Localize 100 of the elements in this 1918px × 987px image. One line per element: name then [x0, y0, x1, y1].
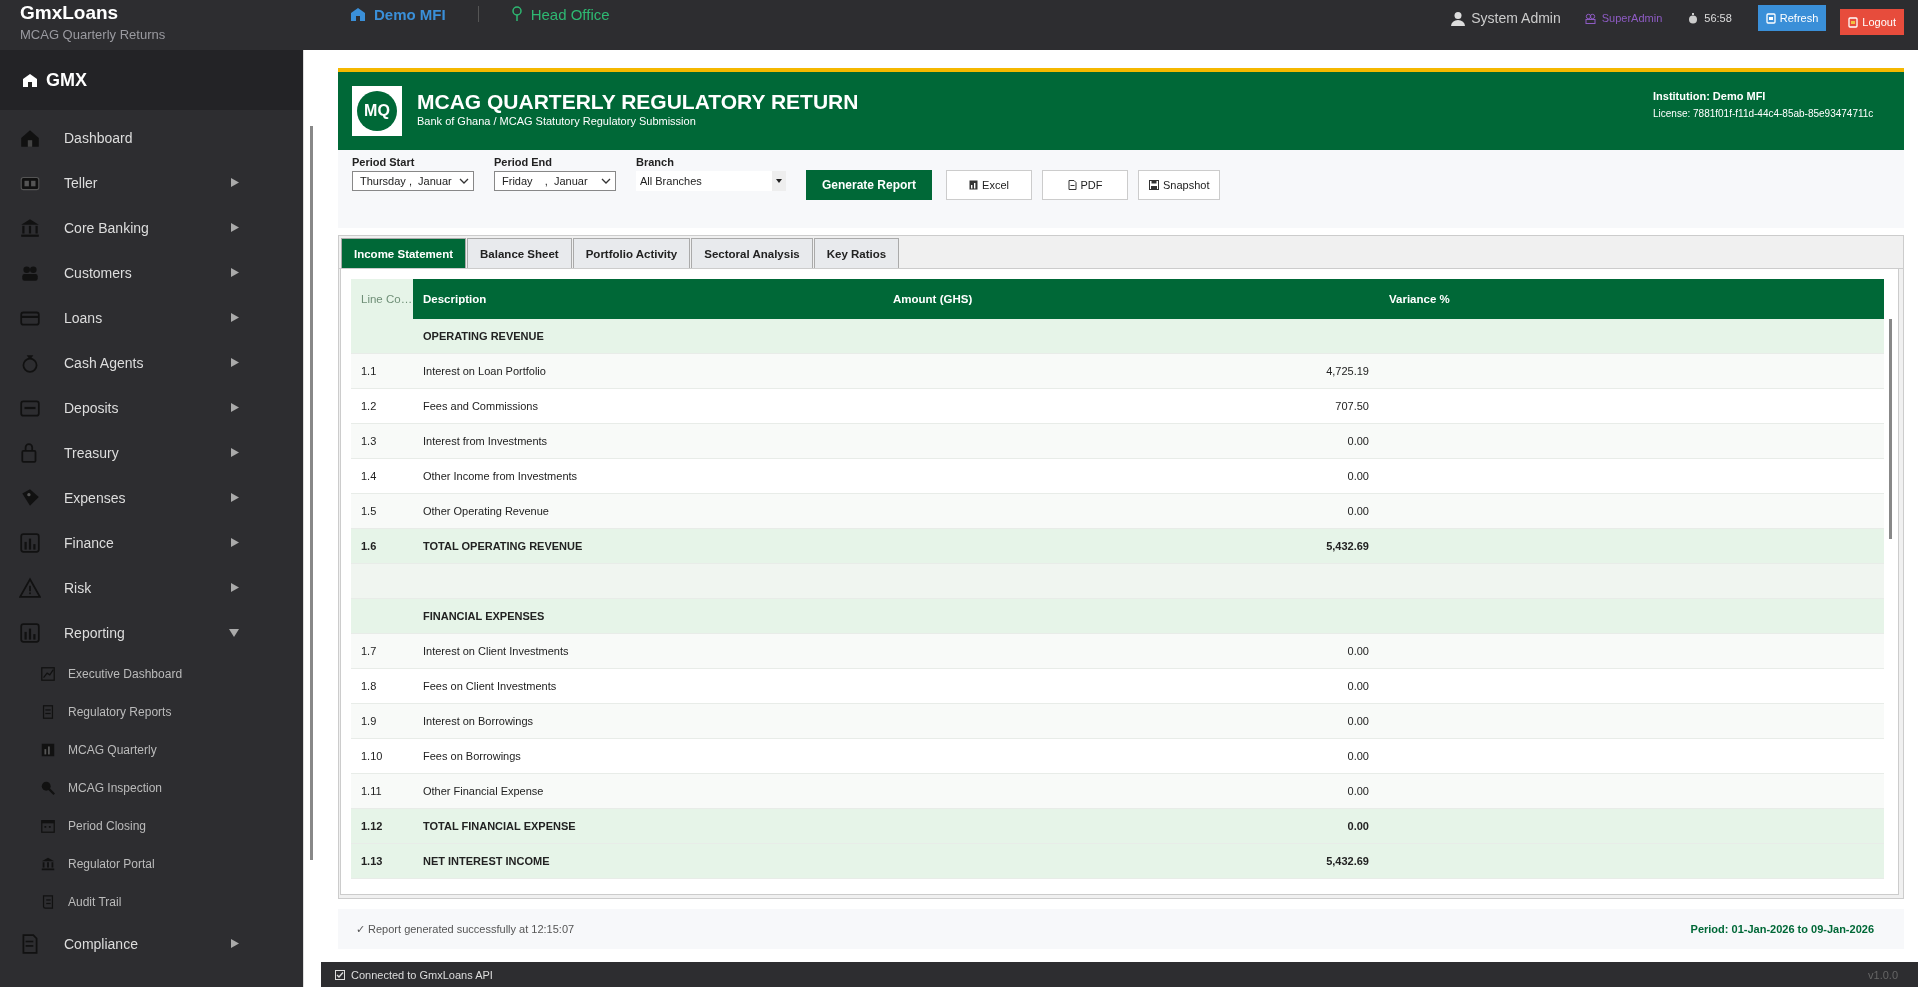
status-message: ✓ Report generated successfully at 12:15:07: [356, 922, 575, 936]
sidebar-item[interactable]: Expenses: [0, 475, 303, 520]
sidebar-item[interactable]: Risk: [0, 565, 303, 610]
line-code-cell-text: 1.1: [360, 365, 378, 377]
submenu-item[interactable]: Regulator Portal: [0, 845, 303, 883]
amount-cell-text: 0.00: [1346, 785, 1370, 797]
user-icon: [1451, 10, 1466, 26]
line-code-cell-text: 1.12: [360, 820, 384, 832]
line-code-cell-text: 1.2: [360, 400, 378, 412]
amount-cell-text: 0.00: [1346, 820, 1370, 832]
line-code-cell-text: 1.5: [360, 505, 378, 517]
sidebar-item[interactable]: Cash Agents: [0, 340, 303, 385]
description-cell-text: Other Income from Investments: [422, 470, 579, 482]
amount-cell-text: 4,725.19: [1325, 365, 1370, 377]
line-code-cell-text: 1.7: [360, 645, 378, 657]
description-cell-text: Interest from Investments: [422, 435, 549, 447]
line-code-cell-text: 1.3: [360, 435, 378, 447]
user-name: System Admin: [1471, 10, 1561, 26]
chevron-down-icon: [459, 177, 469, 185]
calendar-icon: [40, 818, 56, 834]
filter-label: Period End: [494, 156, 554, 168]
sidebar-item[interactable]: Customers: [0, 250, 303, 295]
line-code-cell-text: 1.13: [360, 855, 384, 867]
description-cell-text: Fees on Borrowings: [422, 750, 522, 762]
line-code-cell-text: 1.8: [360, 680, 378, 692]
magnifier-icon: [40, 780, 56, 796]
dropdown-arrow-icon: [776, 179, 782, 183]
report-subtitle: Bank of Ghana / MCAG Statutory Regulatory Submission: [417, 114, 697, 127]
bar-chart-icon: [19, 531, 41, 554]
scroll-icon: [40, 894, 56, 910]
date-field[interactable]: Friday , Januar: [494, 171, 616, 191]
location-pin-icon: [510, 6, 523, 22]
filter-label: Period Start: [352, 156, 416, 168]
period-label: Period: 01-Jan-2026 to 09-Jan-2026: [1690, 923, 1874, 935]
line-code-cell-text: 1.6: [360, 540, 378, 552]
column-header: Line Co…: [351, 279, 413, 319]
filter-label: Branch: [636, 156, 675, 168]
report-tab[interactable]: Sectoral Analysis: [691, 238, 813, 268]
description-cell-text: Other Operating Revenue: [422, 505, 550, 517]
warning-icon: [19, 576, 41, 599]
scrollbar-thumb[interactable]: [310, 126, 313, 860]
amount-cell-text: 0.00: [1346, 505, 1370, 517]
branch-dropdown[interactable]: All Branches: [636, 171, 786, 191]
submenu-item[interactable]: MCAG Quarterly: [0, 731, 303, 769]
sidebar-item[interactable]: Compliance: [0, 921, 303, 966]
amount-cell-text: 0.00: [1346, 715, 1370, 727]
report-tab[interactable]: Portfolio Activity: [572, 238, 691, 268]
excel-button[interactable]: Excel: [946, 170, 1032, 200]
people-icon: [1584, 12, 1596, 24]
sidebar-item[interactable]: Finance: [0, 520, 303, 565]
snapshot-button[interactable]: Snapshot: [1138, 170, 1221, 200]
submenu-item[interactable]: Regulatory Reports: [0, 693, 303, 731]
description-cell-text: Fees on Client Investments: [422, 680, 558, 692]
report-tab[interactable]: Balance Sheet: [467, 238, 572, 268]
document-icon: [1067, 180, 1077, 190]
description-cell-text: Interest on Loan Portfolio: [422, 365, 547, 377]
sidebar-item[interactable]: Deposits: [0, 385, 303, 430]
sidebar-item[interactable]: Teller: [0, 160, 303, 205]
sidebar-item[interactable]: Treasury: [0, 430, 303, 475]
line-code-cell-text: 1.9: [360, 715, 378, 727]
submenu-item[interactable]: Audit Trail: [0, 883, 303, 921]
amount-cell-text: 0.00: [1346, 680, 1370, 692]
column-header: Variance %: [1388, 292, 1451, 307]
amount-cell-text: 0.00: [1346, 750, 1370, 762]
chevron-down-icon: [601, 177, 611, 185]
line-chart-icon: [40, 666, 56, 682]
checkbox-icon: [335, 969, 345, 980]
line-code-cell-text: 1.11: [360, 785, 383, 797]
date-field[interactable]: Thursday , Januar: [352, 171, 474, 191]
report-tab[interactable]: Key Ratios: [813, 238, 900, 268]
scrollbar-thumb[interactable]: [1889, 319, 1892, 539]
line-code-cell-text: 1.4: [360, 470, 378, 482]
generate-report-button[interactable]: Generate Report: [806, 170, 932, 200]
stopwatch-icon: [1688, 12, 1699, 24]
description-cell-text: NET INTEREST INCOME: [422, 855, 551, 867]
sidebar-item[interactable]: Reporting: [0, 610, 303, 655]
sidebar-item[interactable]: Loans: [0, 295, 303, 340]
report-title: MCAG QUARTERLY REGULATORY RETURN: [417, 89, 859, 114]
branch-name[interactable]: Head Office: [530, 5, 610, 23]
line-code-cell-text: 1.10: [360, 750, 384, 762]
submenu-item[interactable]: MCAG Inspection: [0, 769, 303, 807]
description-cell-text: Interest on Client Investments: [422, 645, 570, 657]
institution-name[interactable]: Demo MFI: [374, 5, 446, 23]
amount-cell-text: 0.00: [1346, 470, 1370, 482]
description-cell-text: TOTAL OPERATING REVENUE: [422, 540, 584, 552]
logout-button[interactable]: Logout: [1840, 9, 1904, 35]
app-title: GmxLoans: [20, 2, 120, 24]
sidebar-item[interactable]: Dashboard: [0, 115, 303, 160]
pdf-button[interactable]: PDF: [1042, 170, 1128, 200]
description-cell-text: TOTAL FINANCIAL EXPENSE: [422, 820, 577, 832]
section-heading: OPERATING REVENUE: [422, 330, 545, 342]
user-role: SuperAdmin: [1601, 12, 1663, 24]
submenu-item[interactable]: Executive Dashboard: [0, 655, 303, 693]
submenu-item[interactable]: Period Closing: [0, 807, 303, 845]
column-header: Description: [422, 292, 488, 307]
report-tab[interactable]: Income Statement: [341, 238, 467, 268]
section-heading: FINANCIAL EXPENSES: [422, 610, 546, 622]
sidebar-item[interactable]: Core Banking: [0, 205, 303, 250]
institution-label: Institution: Demo MFI: [1653, 89, 1767, 102]
amount-cell-text: 5,432.69: [1325, 855, 1370, 867]
